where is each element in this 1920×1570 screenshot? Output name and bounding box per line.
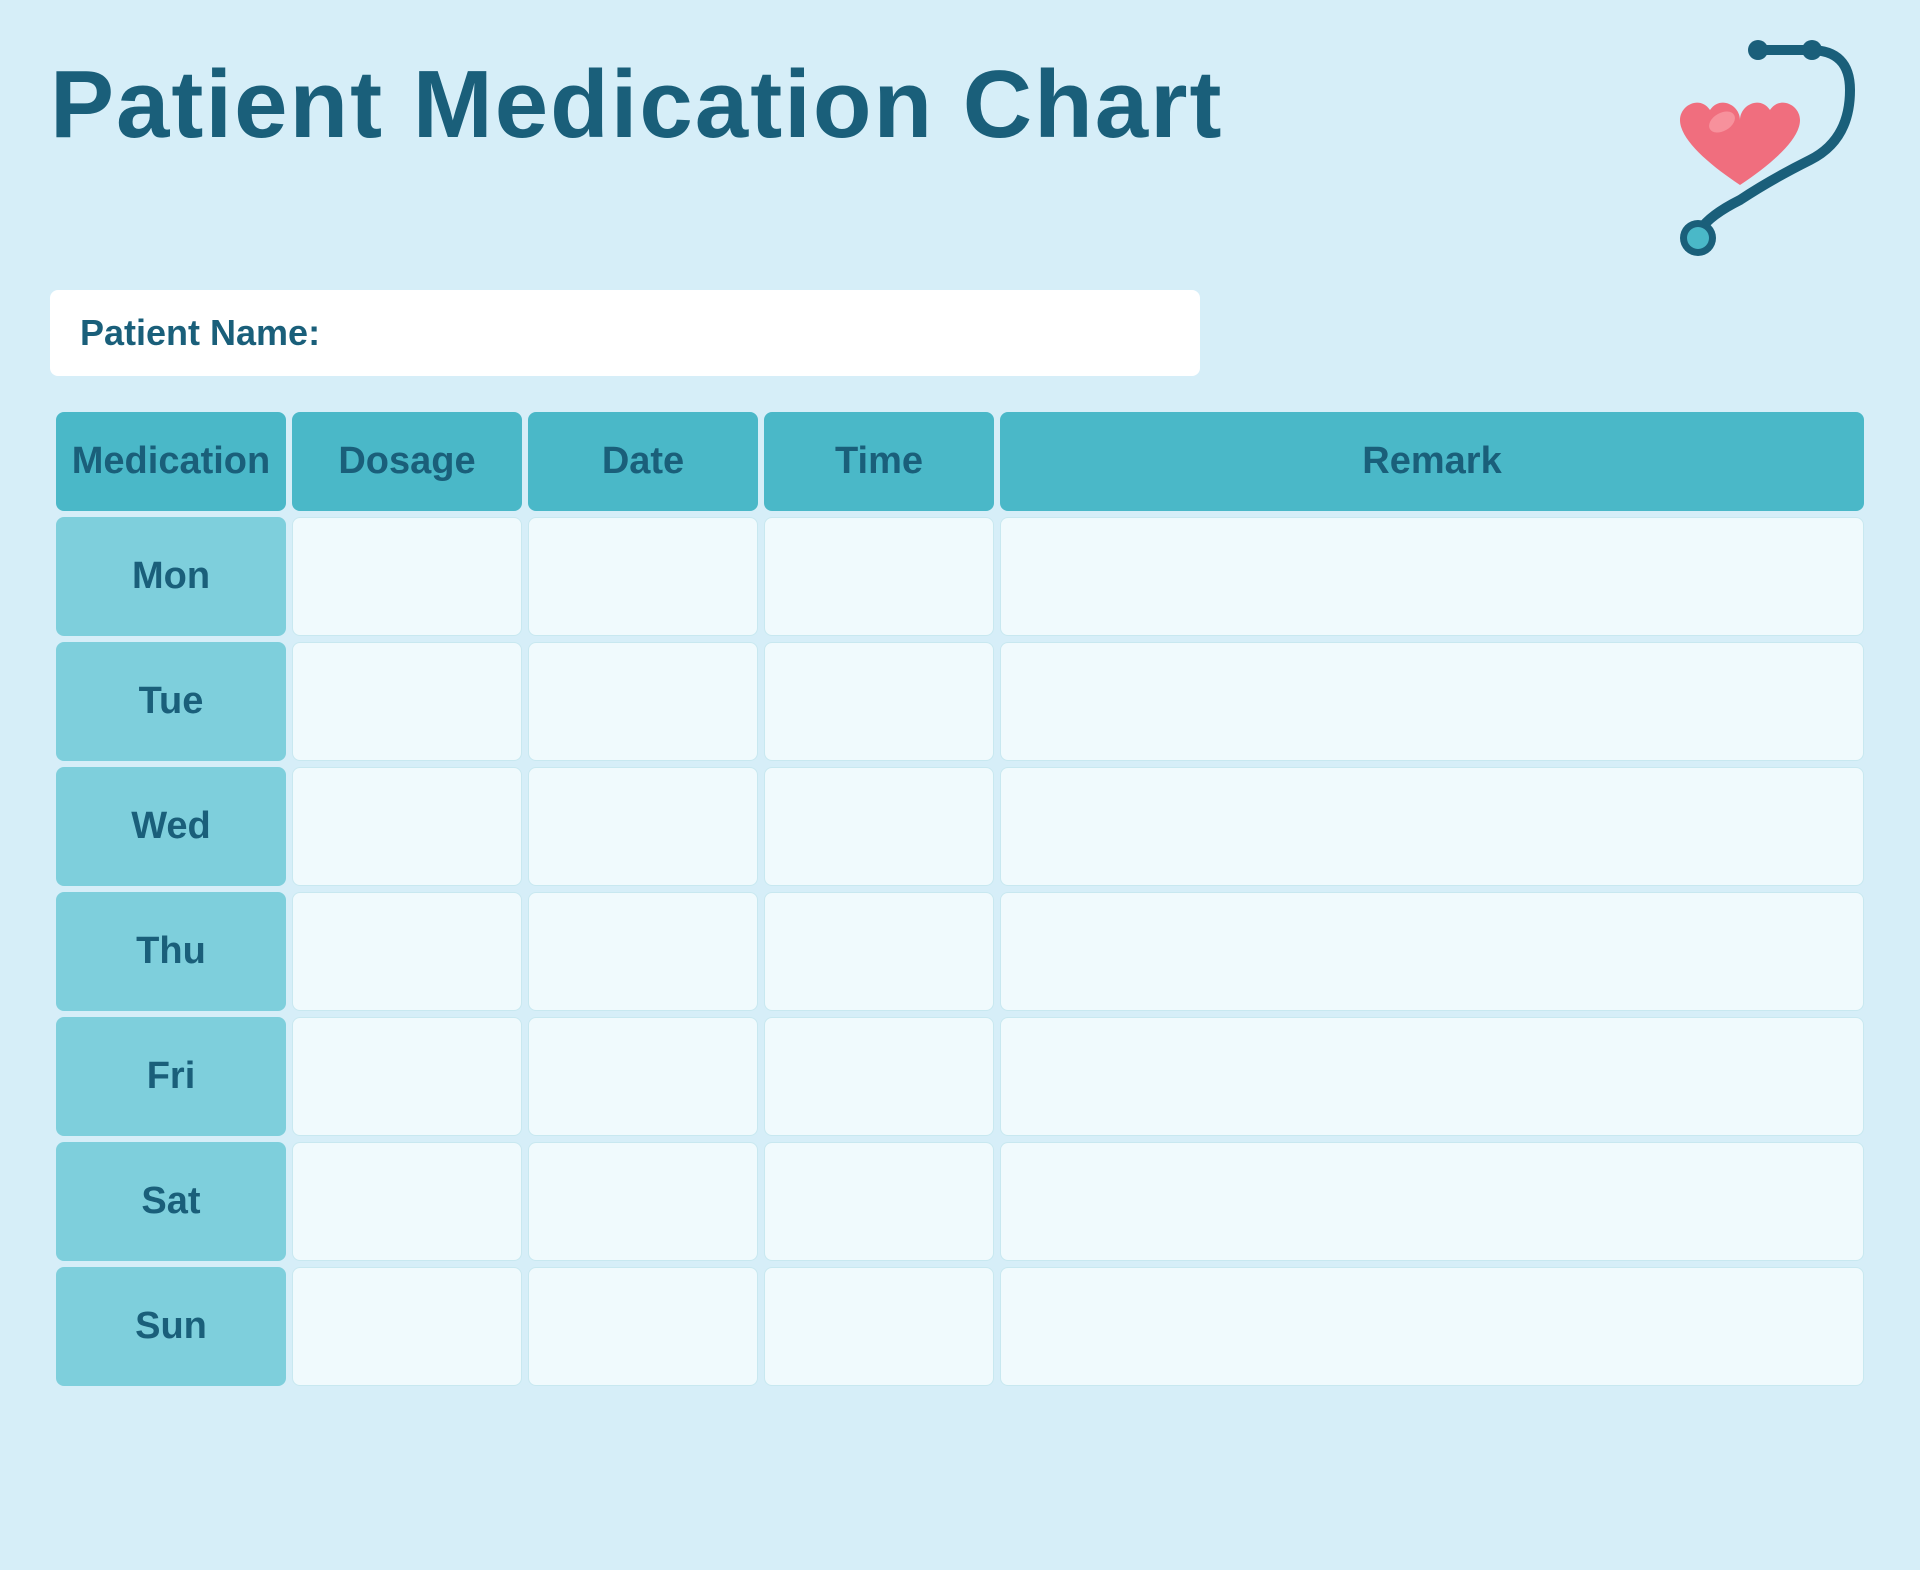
- data-cell[interactable]: [764, 767, 994, 886]
- header-date: Date: [528, 412, 758, 511]
- data-cell[interactable]: [1000, 517, 1864, 636]
- data-cell[interactable]: [292, 1142, 522, 1261]
- table-row: Sun: [56, 1267, 1864, 1386]
- data-cell[interactable]: [764, 642, 994, 761]
- medical-icon: [1610, 40, 1870, 260]
- data-cell[interactable]: [292, 1267, 522, 1386]
- day-cell-thu: Thu: [56, 892, 286, 1011]
- table-row: Tue: [56, 642, 1864, 761]
- header-medication: Medication: [56, 412, 286, 511]
- day-cell-sat: Sat: [56, 1142, 286, 1261]
- data-cell[interactable]: [1000, 1142, 1864, 1261]
- data-cell[interactable]: [292, 642, 522, 761]
- header-remark: Remark: [1000, 412, 1864, 511]
- data-cell[interactable]: [528, 1017, 758, 1136]
- data-cell[interactable]: [528, 1267, 758, 1386]
- day-cell-mon: Mon: [56, 517, 286, 636]
- data-cell[interactable]: [764, 1017, 994, 1136]
- data-cell[interactable]: [292, 892, 522, 1011]
- data-cell[interactable]: [1000, 767, 1864, 886]
- table-row: Fri: [56, 1017, 1864, 1136]
- patient-name-label: Patient Name:: [80, 312, 320, 353]
- data-cell[interactable]: [1000, 892, 1864, 1011]
- patient-name-bar: Patient Name:: [50, 290, 1200, 376]
- day-cell-sun: Sun: [56, 1267, 286, 1386]
- data-cell[interactable]: [528, 892, 758, 1011]
- data-cell[interactable]: [1000, 642, 1864, 761]
- header-dosage: Dosage: [292, 412, 522, 511]
- page-title: Patient Medication Chart: [50, 40, 1223, 160]
- day-cell-fri: Fri: [56, 1017, 286, 1136]
- header-section: Patient Medication Chart: [50, 40, 1870, 260]
- data-cell[interactable]: [764, 1142, 994, 1261]
- data-cell[interactable]: [528, 767, 758, 886]
- data-cell[interactable]: [528, 642, 758, 761]
- day-cell-wed: Wed: [56, 767, 286, 886]
- data-cell[interactable]: [292, 517, 522, 636]
- table-row: Mon: [56, 517, 1864, 636]
- table-header-row: Medication Dosage Date Time Remark: [56, 412, 1864, 511]
- table-row: Wed: [56, 767, 1864, 886]
- medication-table: Medication Dosage Date Time Remark MonTu…: [50, 406, 1870, 1392]
- data-cell[interactable]: [528, 517, 758, 636]
- data-cell[interactable]: [764, 1267, 994, 1386]
- data-cell[interactable]: [764, 892, 994, 1011]
- data-cell[interactable]: [292, 767, 522, 886]
- page-container: Patient Medication Chart Patient Na: [0, 0, 1920, 1570]
- data-cell[interactable]: [764, 517, 994, 636]
- day-cell-tue: Tue: [56, 642, 286, 761]
- table-row: Thu: [56, 892, 1864, 1011]
- data-cell[interactable]: [1000, 1267, 1864, 1386]
- data-cell[interactable]: [292, 1017, 522, 1136]
- data-cell[interactable]: [528, 1142, 758, 1261]
- table-row: Sat: [56, 1142, 1864, 1261]
- header-time: Time: [764, 412, 994, 511]
- data-cell[interactable]: [1000, 1017, 1864, 1136]
